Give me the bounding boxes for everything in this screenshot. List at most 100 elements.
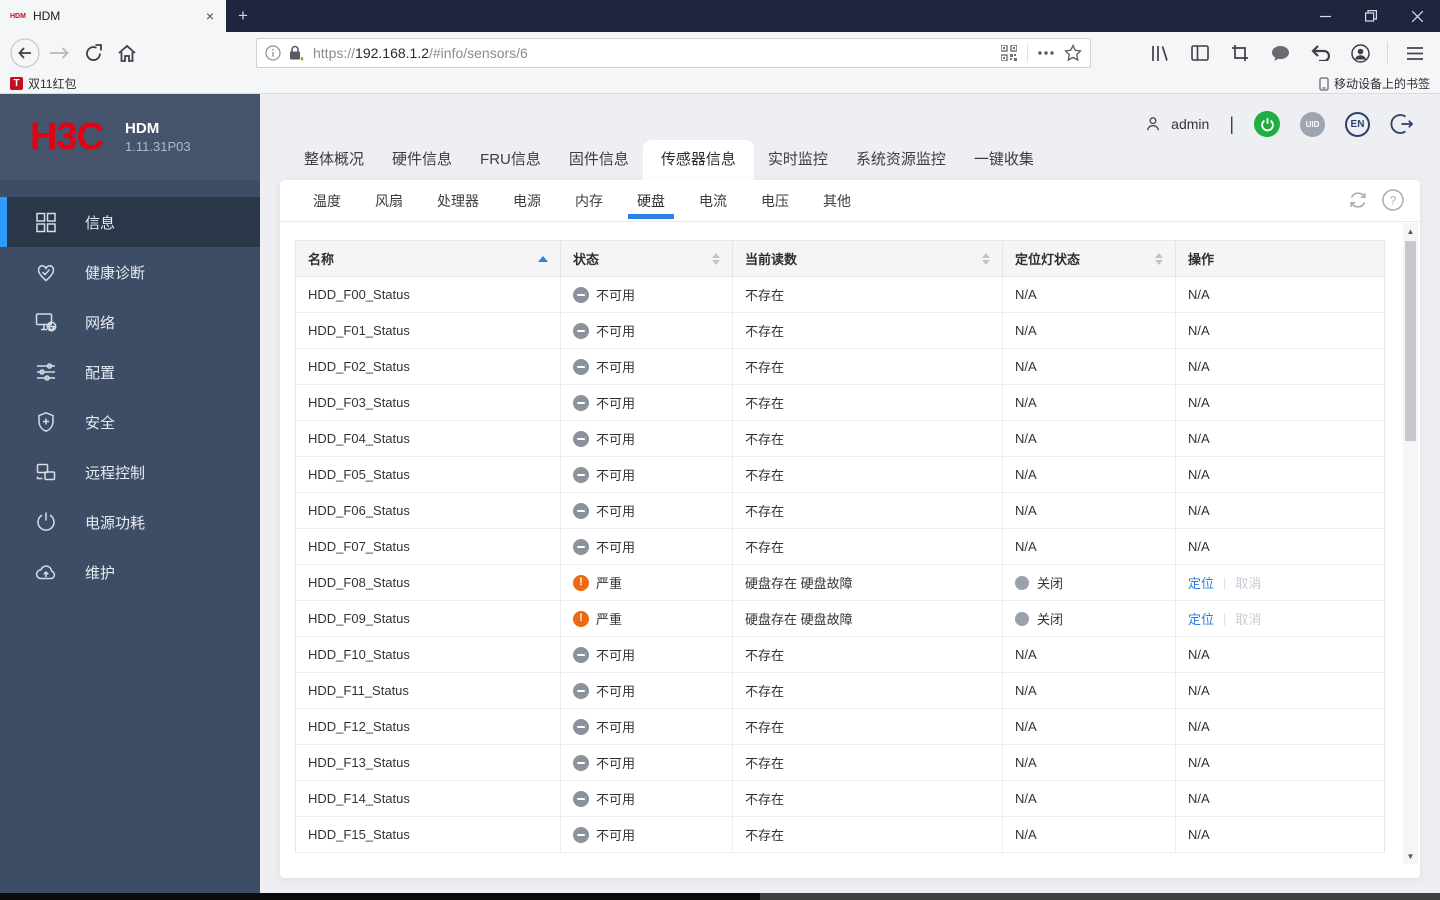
browser-toolbar: https://192.168.1.2/#info/sensors/6: [0, 32, 1440, 74]
main-tab[interactable]: 一键收集: [960, 140, 1048, 180]
sensor-subtab[interactable]: 电源: [496, 180, 558, 222]
sensor-subtab[interactable]: 硬盘: [620, 180, 682, 222]
sidebar-item[interactable]: 电源功耗: [0, 497, 260, 547]
main-tab[interactable]: 固件信息: [555, 140, 643, 180]
led-status: N/A: [1003, 781, 1176, 816]
sensor-status: 不可用: [561, 817, 733, 852]
main-tab[interactable]: FRU信息: [466, 140, 555, 180]
sidebar-toggle-icon[interactable]: [1183, 36, 1217, 70]
sensor-reading: 不存在: [733, 781, 1003, 816]
locate-link[interactable]: 定位: [1188, 609, 1214, 628]
sensor-name: HDD_F11_Status: [296, 673, 561, 708]
scroll-down-icon[interactable]: ▼: [1403, 848, 1418, 864]
sidebar: H3C HDM 1.11.31P03 信息 健康诊断 网络 配置 安全 远程控制 电源功耗维…: [0, 94, 260, 893]
uid-button[interactable]: UID: [1300, 111, 1325, 137]
sort-icon[interactable]: [982, 252, 990, 265]
forward-button[interactable]: [42, 36, 76, 70]
url-text: https://192.168.1.2/#info/sensors/6: [313, 45, 528, 61]
page-info-icon[interactable]: [265, 45, 281, 61]
sidebar-item[interactable]: 信息: [0, 197, 260, 247]
chat-icon[interactable]: [1263, 36, 1297, 70]
scroll-up-icon[interactable]: ▲: [1403, 223, 1418, 239]
refresh-icon[interactable]: [1347, 189, 1369, 211]
screenshot-icon[interactable]: [1223, 36, 1257, 70]
sensor-name: HDD_F12_Status: [296, 709, 561, 744]
unavailable-icon: [573, 718, 589, 735]
user-bar: admin | UID EN: [1143, 110, 1414, 138]
column-label: 状态: [573, 252, 600, 267]
reload-button[interactable]: [76, 36, 110, 70]
bookmark-star-icon[interactable]: [1064, 44, 1082, 62]
column-header[interactable]: 定位灯状态: [1003, 241, 1176, 276]
sort-asc-icon[interactable]: [538, 255, 548, 262]
led-status: N/A: [1003, 457, 1176, 492]
sensor-reading: 不存在: [733, 637, 1003, 672]
username[interactable]: admin: [1171, 116, 1209, 132]
sidebar-item[interactable]: 配置: [0, 347, 260, 397]
sidebar-item[interactable]: 远程控制: [0, 447, 260, 497]
undo-close-tab-icon[interactable]: [1303, 36, 1337, 70]
menu-hamburger-icon[interactable]: [1398, 36, 1432, 70]
main-tab[interactable]: 整体概况: [290, 140, 378, 180]
home-button[interactable]: [110, 36, 144, 70]
sidebar-item[interactable]: 安全: [0, 397, 260, 447]
logout-icon[interactable]: [1390, 112, 1414, 136]
sensor-subtab[interactable]: 内存: [558, 180, 620, 222]
operation-cell: N/A: [1188, 467, 1210, 482]
operation-cell: 定位 | 取消: [1188, 573, 1262, 592]
insecure-lock-icon[interactable]: [288, 45, 305, 61]
page-actions-icon[interactable]: [1038, 51, 1054, 55]
qr-code-icon[interactable]: [1001, 45, 1017, 61]
minimize-button[interactable]: [1302, 0, 1348, 32]
host-power-icon[interactable]: [1254, 111, 1280, 137]
locate-link[interactable]: 定位: [1188, 573, 1214, 592]
sidebar-item[interactable]: 网络: [0, 297, 260, 347]
sensor-subtab[interactable]: 其他: [806, 180, 868, 222]
sensor-subtab[interactable]: 处理器: [420, 180, 496, 222]
operation-cell: N/A: [1188, 431, 1210, 446]
sensor-subtab[interactable]: 电压: [744, 180, 806, 222]
mobile-bookmarks[interactable]: 移动设备上的书签: [1319, 75, 1430, 92]
sort-icon[interactable]: [1155, 252, 1163, 265]
language-button[interactable]: EN: [1345, 111, 1370, 137]
cancel-link[interactable]: 取消: [1235, 573, 1261, 592]
url-bar[interactable]: https://192.168.1.2/#info/sensors/6: [256, 38, 1091, 68]
led-status: N/A: [1003, 709, 1176, 744]
restore-button[interactable]: [1348, 0, 1394, 32]
sensor-subtab[interactable]: 温度: [296, 180, 358, 222]
table-scrollbar[interactable]: ▲ ▼: [1403, 223, 1418, 864]
main-tab[interactable]: 硬件信息: [378, 140, 466, 180]
main-tab[interactable]: 系统资源监控: [842, 140, 960, 180]
sensor-subtab[interactable]: 风扇: [358, 180, 420, 222]
scrollbar-thumb[interactable]: [1405, 241, 1416, 441]
table-row: HDD_F09_Status严重硬盘存在 硬盘故障关闭定位|取消: [296, 601, 1384, 637]
column-header[interactable]: 状态: [561, 241, 733, 276]
power-icon: [33, 509, 59, 535]
back-button[interactable]: [8, 36, 42, 70]
sidebar-item[interactable]: 维护: [0, 547, 260, 597]
h3c-logo: H3C: [30, 116, 104, 158]
account-icon[interactable]: [1343, 36, 1377, 70]
operation-cell: N/A: [1188, 827, 1210, 842]
main-tab[interactable]: 实时监控: [754, 140, 842, 180]
browser-tab[interactable]: HDM HDM ×: [0, 0, 226, 32]
unavailable-icon: [573, 790, 589, 807]
library-icon[interactable]: [1143, 36, 1177, 70]
column-header[interactable]: 名称: [296, 241, 561, 276]
tab-close-icon[interactable]: ×: [202, 7, 218, 25]
sort-icon[interactable]: [712, 252, 720, 265]
sensor-subtab[interactable]: 电流: [682, 180, 744, 222]
sensor-status: 不可用: [561, 457, 733, 492]
cancel-link[interactable]: 取消: [1235, 609, 1261, 628]
main-tab[interactable]: 传感器信息: [642, 140, 754, 180]
bookmark-item[interactable]: T 双11红包: [10, 75, 76, 92]
table-row: HDD_F13_Status 不可用 不存在 N/A N/A: [296, 745, 1384, 781]
new-tab-button[interactable]: +: [226, 0, 260, 32]
close-window-button[interactable]: [1394, 0, 1440, 32]
column-header[interactable]: 当前读数: [733, 241, 1003, 276]
sensor-name: HDD_F03_Status: [296, 385, 561, 420]
sidebar-item-label: 安全: [85, 414, 116, 432]
sidebar-item[interactable]: 健康诊断: [0, 247, 260, 297]
sensor-status: 不可用: [561, 673, 733, 708]
help-icon[interactable]: ?: [1382, 189, 1404, 211]
